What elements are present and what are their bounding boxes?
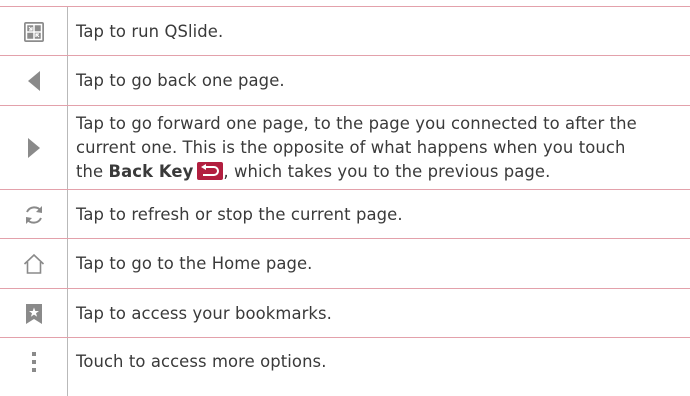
back-key-label: Back Key <box>108 162 194 181</box>
more-options-icon <box>0 338 68 386</box>
forward-arrow-icon <box>0 106 68 190</box>
home-icon <box>0 239 68 289</box>
row-description: Tap to go forward one page, to the page … <box>76 114 637 181</box>
row-description: Touch to access more options. <box>76 352 327 371</box>
row-description: Tap to refresh or stop the current page. <box>76 204 403 224</box>
table-row: Tap to go to the Home page. <box>0 238 690 289</box>
back-key-icon <box>197 162 224 180</box>
table-row: Tap to go forward one page, to the page … <box>0 105 690 190</box>
row-description: Tap to run QSlide. <box>76 21 224 41</box>
table-row: Tap to go back one page. <box>0 55 690 106</box>
bookmark-icon <box>0 289 68 338</box>
table-row: Tap to refresh or stop the current page. <box>0 189 690 239</box>
qslide-icon <box>0 7 68 56</box>
back-arrow-icon <box>0 56 68 106</box>
table-row: Tap to run QSlide. <box>0 6 690 56</box>
row-description: Tap to go to the Home page. <box>76 254 313 273</box>
row-description: Tap to go back one page. <box>76 71 285 90</box>
table-row: Touch to access more options. <box>0 337 690 386</box>
table-row: Tap to access your bookmarks. <box>0 288 690 338</box>
refresh-icon <box>0 190 68 239</box>
row-description: Tap to access your bookmarks. <box>76 303 332 323</box>
